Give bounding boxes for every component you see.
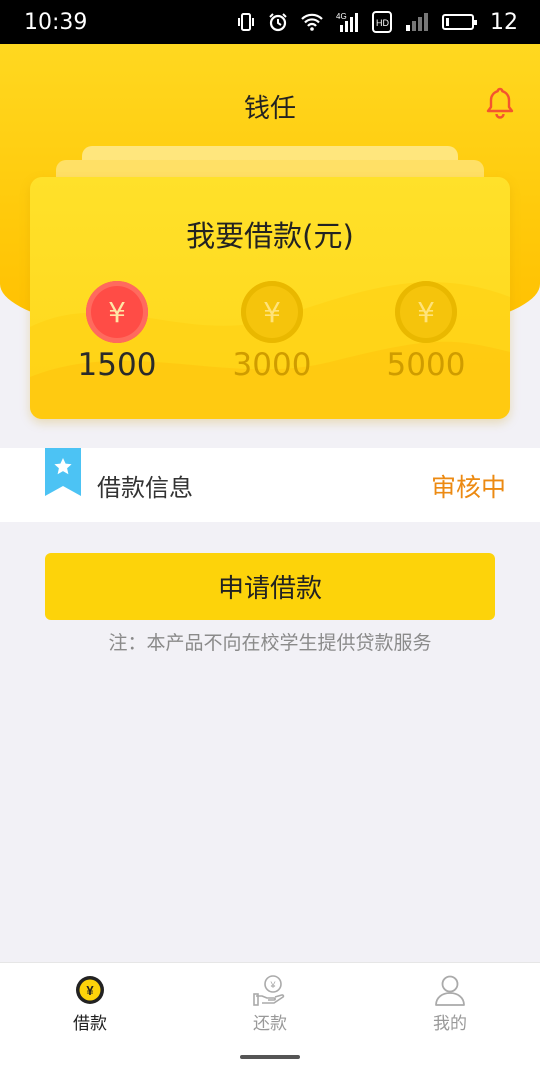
loan-info-row[interactable]: 借款信息 审核中 [0, 448, 540, 522]
nav-label: 借款 [73, 1014, 107, 1034]
alarm-icon [268, 10, 288, 34]
amount-value: 3000 [232, 347, 312, 383]
yuan-coin-icon: ¥ [395, 281, 457, 343]
nav-label: 还款 [253, 1014, 287, 1034]
amount-value: 5000 [386, 347, 466, 383]
status-bar: 10:39 4G HD 12 [0, 0, 540, 44]
battery-percent: 12 [490, 9, 518, 35]
amount-option-3000[interactable]: ¥ 3000 [197, 281, 347, 383]
status-badge: 审核中 [430, 473, 506, 502]
home-indicator[interactable] [240, 1055, 300, 1059]
loan-amount-card: 我要借款(元) ¥ 1500 ¥ 3000 ¥ 5000 [30, 177, 510, 419]
nav-item-mine[interactable]: 我的 [390, 973, 510, 1034]
svg-text:HD: HD [376, 18, 389, 28]
cell-signal-4g-icon: 4G [336, 10, 360, 34]
yuan-coin-selected-icon: ¥ [86, 281, 148, 343]
nav-item-borrow[interactable]: ¥ 借款 [30, 973, 150, 1034]
page-title: 钱任 [243, 94, 296, 124]
yuan-coin-icon: ¥ [76, 976, 104, 1004]
card-title: 我要借款(元) [186, 219, 354, 253]
wifi-icon [300, 10, 324, 34]
bottom-nav: ¥ 借款 ¥ 还款 我的 [0, 962, 540, 1080]
nav-label: 我的 [433, 1014, 467, 1034]
star-ribbon-icon [45, 448, 81, 496]
status-time: 10:39 [24, 9, 88, 35]
status-icons: 4G HD 12 [236, 10, 518, 35]
vibrate-icon [236, 10, 256, 34]
svg-text:¥: ¥ [86, 983, 94, 998]
svg-text:¥: ¥ [269, 980, 276, 990]
notice-text: 注：本产品不向在校学生提供贷款服务 [108, 632, 432, 654]
loan-info-label: 借款信息 [97, 474, 193, 502]
yuan-coin-icon: ¥ [241, 281, 303, 343]
nav-item-repay[interactable]: ¥ 还款 [210, 973, 330, 1034]
bell-icon[interactable] [486, 86, 514, 120]
hd-call-icon: HD [372, 10, 392, 34]
cell-signal-icon [404, 10, 430, 34]
user-icon [435, 975, 465, 1006]
amount-option-1500[interactable]: ¥ 1500 [42, 281, 192, 383]
repay-hand-icon: ¥ [253, 975, 285, 1006]
amount-option-5000[interactable]: ¥ 5000 [351, 281, 501, 383]
apply-loan-button[interactable]: 申请借款 [45, 553, 495, 620]
amount-value: 1500 [77, 347, 157, 383]
network-label: 4G [336, 12, 347, 21]
battery-icon [442, 10, 477, 34]
